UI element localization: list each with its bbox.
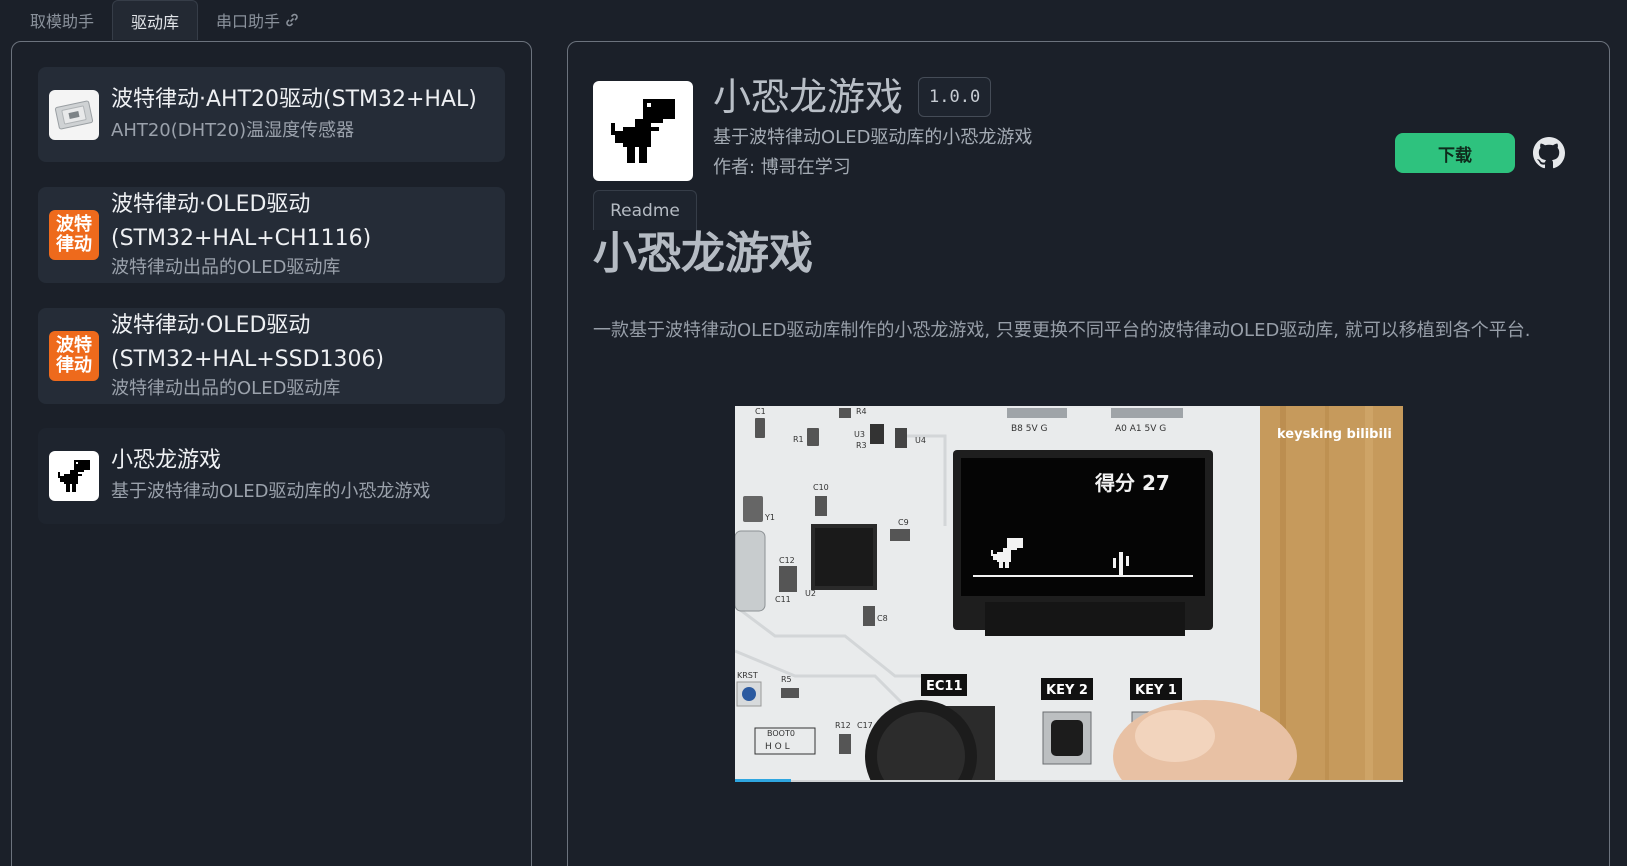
library-card-oled-ssd1306[interactable]: 波特 律动 波特律动·OLED驱动 (STM32+HAL+SSD1306) 波特… — [38, 308, 505, 404]
key1-label: KEY 1 — [1135, 683, 1177, 698]
tab-readme[interactable]: Readme — [593, 190, 697, 230]
top-tab-bar: 取模助手 驱动库 串口助手 — [12, 0, 318, 40]
library-desc: AHT20(DHT20)温湿度传感器 — [111, 120, 355, 141]
component-label: R12 — [835, 721, 851, 730]
brand-logo-text: 波特 — [56, 335, 92, 356]
library-card-oled-ch1116[interactable]: 波特 律动 波特律动·OLED驱动 (STM32+HAL+CH1116) 波特律… — [38, 187, 505, 283]
component-label: C11 — [775, 595, 791, 604]
tab-label: 驱动库 — [131, 12, 180, 32]
component-label: C10 — [813, 483, 829, 492]
ec11-label: EC11 — [926, 679, 963, 694]
component-label: R5 — [781, 675, 792, 684]
component-label: Y1 — [764, 513, 775, 522]
app-description: 基于波特律动OLED驱动库的小恐龙游戏 — [713, 127, 1033, 148]
tab-serial-tool[interactable]: 串口助手 — [198, 0, 318, 40]
brand-logo-text: 律动 — [56, 355, 92, 376]
pin-label: A0 A1 5V G — [1115, 424, 1166, 434]
sensor-chip-icon — [49, 90, 99, 140]
dino-logo-icon — [593, 81, 693, 181]
library-title: 小恐龙游戏 — [111, 448, 222, 473]
component-label: C1 — [755, 407, 766, 416]
tab-font-tool[interactable]: 取模助手 — [12, 0, 112, 40]
component-label: R1 — [793, 435, 804, 444]
component-label: C8 — [877, 614, 888, 623]
library-desc: 基于波特律动OLED驱动库的小恐龙游戏 — [111, 481, 431, 502]
component-label: U2 — [805, 589, 816, 598]
tab-label: 取模助手 — [30, 12, 95, 31]
library-detail-panel: 小恐龙游戏 1.0.0 基于波特律动OLED驱动库的小恐龙游戏 作者: 博哥在学… — [567, 41, 1610, 866]
brand-logo-icon: 波特 律动 — [49, 210, 99, 260]
component-label: C12 — [779, 556, 795, 565]
dino-icon — [49, 451, 99, 501]
readme-body-text: 一款基于波特律动OLED驱动库制作的小恐龙游戏, 只要更换不同平台的波特律动OL… — [593, 320, 1531, 341]
demo-photo: keysking bilibili B8 5V G A0 A1 5V G C1 … — [735, 406, 1403, 782]
library-title: 波特律动·OLED驱动 (STM32+HAL+CH1116) — [111, 192, 372, 251]
library-card-aht20[interactable]: 波特律动·AHT20驱动(STM32+HAL) AHT20(DHT20)温湿度传… — [38, 67, 505, 162]
app-author: 作者: 博哥在学习 — [713, 157, 851, 178]
game-score: 得分 27 — [1094, 471, 1170, 495]
library-card-dino-game[interactable]: 小恐龙游戏 基于波特律动OLED驱动库的小恐龙游戏 — [38, 428, 505, 524]
brand-logo-text: 律动 — [56, 234, 92, 255]
tab-label: 串口助手 — [216, 12, 281, 31]
component-label: C17 — [857, 721, 873, 730]
component-label: U3 — [854, 430, 865, 439]
github-icon[interactable] — [1533, 137, 1565, 169]
library-list-panel: 波特律动·AHT20驱动(STM32+HAL) AHT20(DHT20)温湿度传… — [11, 41, 532, 866]
library-desc: 波特律动出品的OLED驱动库 — [111, 257, 341, 278]
key2-label: KEY 2 — [1046, 683, 1088, 698]
library-title: 波特律动·OLED驱动 (STM32+HAL+SSD1306) — [111, 313, 385, 372]
component-label: U4 — [915, 436, 926, 445]
component-label: BOOT0 — [767, 729, 795, 738]
library-desc: 波特律动出品的OLED驱动库 — [111, 378, 341, 399]
app-title: 小恐龙游戏 — [713, 75, 904, 119]
readme-heading: 小恐龙游戏 — [593, 228, 813, 279]
pin-label: B8 5V G — [1011, 424, 1048, 434]
library-title: 波特律动·AHT20驱动(STM32+HAL) — [111, 87, 477, 112]
external-link-icon — [286, 13, 298, 27]
component-label: R3 — [856, 441, 867, 450]
component-label: C9 — [898, 518, 909, 527]
component-label: KRST — [737, 671, 758, 680]
photo-watermark: keysking bilibili — [1277, 427, 1392, 442]
component-label: H O L — [765, 742, 790, 752]
version-badge: 1.0.0 — [918, 77, 992, 117]
download-button[interactable]: 下载 — [1395, 133, 1515, 173]
brand-logo-text: 波特 — [56, 214, 92, 235]
component-label: R4 — [856, 407, 867, 416]
brand-logo-icon: 波特 律动 — [49, 331, 99, 381]
tab-driver-library[interactable]: 驱动库 — [112, 0, 199, 40]
